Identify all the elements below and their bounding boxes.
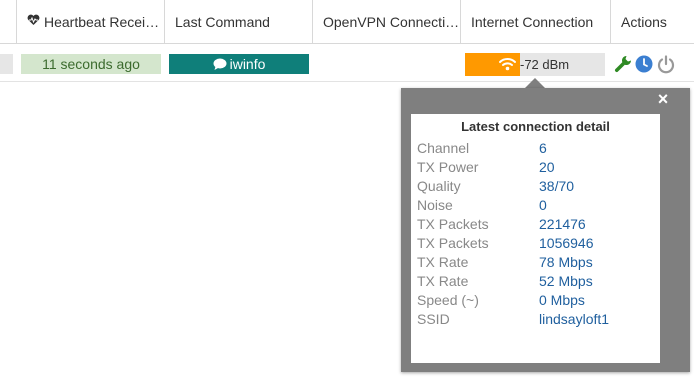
last-command-label: iwinfo <box>229 56 266 72</box>
detail-row: TX Power 20 <box>411 158 660 177</box>
detail-row: TX Rate 78 Mbps <box>411 253 660 272</box>
comment-icon <box>213 58 227 70</box>
header-heartbeat[interactable]: Heartbeat Recei… <box>17 0 165 44</box>
detail-label: Noise <box>417 197 453 213</box>
popover-title: Latest connection detail <box>461 119 610 134</box>
detail-row: SSID lindsayloft1 <box>411 310 660 329</box>
detail-row: TX Packets 1056946 <box>411 234 660 253</box>
table-header: Heartbeat Recei… Last Command OpenVPN Co… <box>0 0 694 44</box>
detail-label: TX Rate <box>417 273 469 289</box>
wrench-icon[interactable] <box>614 55 632 78</box>
detail-row: Speed (~) 0 Mbps <box>411 291 660 310</box>
detail-label: TX Packets <box>417 216 489 232</box>
detail-row: Noise 0 <box>411 196 660 215</box>
detail-value: 6 <box>539 140 547 156</box>
detail-value: 38/70 <box>539 178 575 194</box>
detail-value: lindsayloft1 <box>539 311 610 327</box>
detail-value: 52 Mbps <box>539 273 593 289</box>
signal-dbm-value: -72 dBm <box>520 57 570 72</box>
detail-value: 0 Mbps <box>539 292 585 308</box>
header-heartbeat-label: Heartbeat Recei… <box>44 14 160 30</box>
detail-label: Channel <box>417 140 470 156</box>
detail-value: 1056946 <box>539 235 594 251</box>
detail-row: TX Rate 52 Mbps <box>411 272 660 291</box>
detail-value: 20 <box>539 159 555 175</box>
detail-value: 78 Mbps <box>539 254 593 270</box>
detail-value: 0 <box>539 197 547 213</box>
header-internet-connection[interactable]: Internet Connection <box>461 0 611 44</box>
detail-value: 221476 <box>539 216 586 232</box>
header-openvpn[interactable]: OpenVPN Connecti… <box>313 0 461 44</box>
table-row: 11 seconds ago iwinfo -72 dBm <box>0 44 694 82</box>
header-actions: Actions <box>621 14 667 30</box>
last-command-button[interactable]: iwinfo <box>169 54 309 74</box>
detail-row: Quality 38/70 <box>411 177 660 196</box>
header-last-command[interactable]: Last Command <box>165 0 313 44</box>
connection-detail-popover: × Latest connection detail Channel 6 TX Po… <box>401 88 690 372</box>
detail-row: TX Packets 221476 <box>411 215 660 234</box>
popover-arrow <box>525 78 545 88</box>
clock-icon[interactable] <box>635 55 653 78</box>
power-icon[interactable] <box>656 55 676 80</box>
detail-label: Speed (~) <box>417 292 479 308</box>
detail-label: SSID <box>417 311 450 327</box>
row-stub-cell <box>0 54 13 74</box>
heartbeat-badge: 11 seconds ago <box>21 54 161 74</box>
internet-connection-meter[interactable]: -72 dBm <box>465 53 605 76</box>
detail-label: TX Rate <box>417 254 469 270</box>
wifi-icon <box>499 58 516 71</box>
close-icon[interactable]: × <box>653 89 673 109</box>
header-cell-stub <box>0 0 17 44</box>
detail-label: Quality <box>417 178 461 194</box>
connection-detail-panel: Latest connection detail Channel 6 TX Powe… <box>411 114 660 363</box>
detail-label: TX Packets <box>417 235 489 251</box>
heartbeat-icon <box>27 0 40 43</box>
detail-row: Channel 6 <box>411 139 660 158</box>
detail-label: TX Power <box>417 159 479 175</box>
